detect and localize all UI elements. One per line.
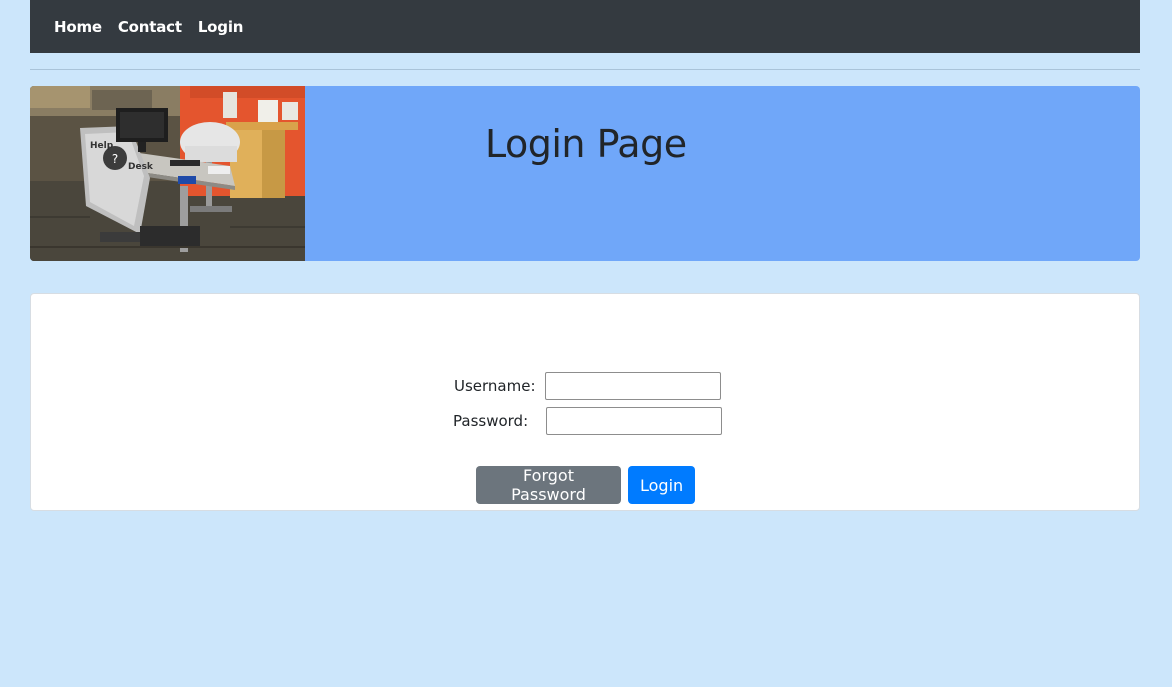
forgot-password-button[interactable]: Forgot Password xyxy=(476,466,621,504)
nav-link-login[interactable]: Login xyxy=(198,18,244,36)
page-banner: ? Help Desk Login Page xyxy=(30,86,1140,261)
svg-text:Help: Help xyxy=(90,141,114,151)
username-row: Username: xyxy=(454,372,721,400)
password-row: Password: xyxy=(453,407,723,435)
login-card: Username: Password: Forgot Password Logi… xyxy=(30,293,1140,511)
top-navbar: Home Contact Login xyxy=(30,0,1140,53)
nav-link-home[interactable]: Home xyxy=(54,18,102,36)
svg-text:Desk: Desk xyxy=(128,162,154,172)
header-divider xyxy=(30,69,1140,70)
page-title: Login Page xyxy=(485,122,687,166)
login-button[interactable]: Login xyxy=(628,466,695,504)
svg-text:?: ? xyxy=(112,152,118,166)
help-desk-photo: ? Help Desk xyxy=(30,86,305,261)
password-input[interactable] xyxy=(546,407,723,435)
username-input[interactable] xyxy=(544,372,721,400)
username-label: Username: xyxy=(454,377,536,395)
nav-link-contact[interactable]: Contact xyxy=(118,18,182,36)
password-label: Password: xyxy=(453,412,529,430)
